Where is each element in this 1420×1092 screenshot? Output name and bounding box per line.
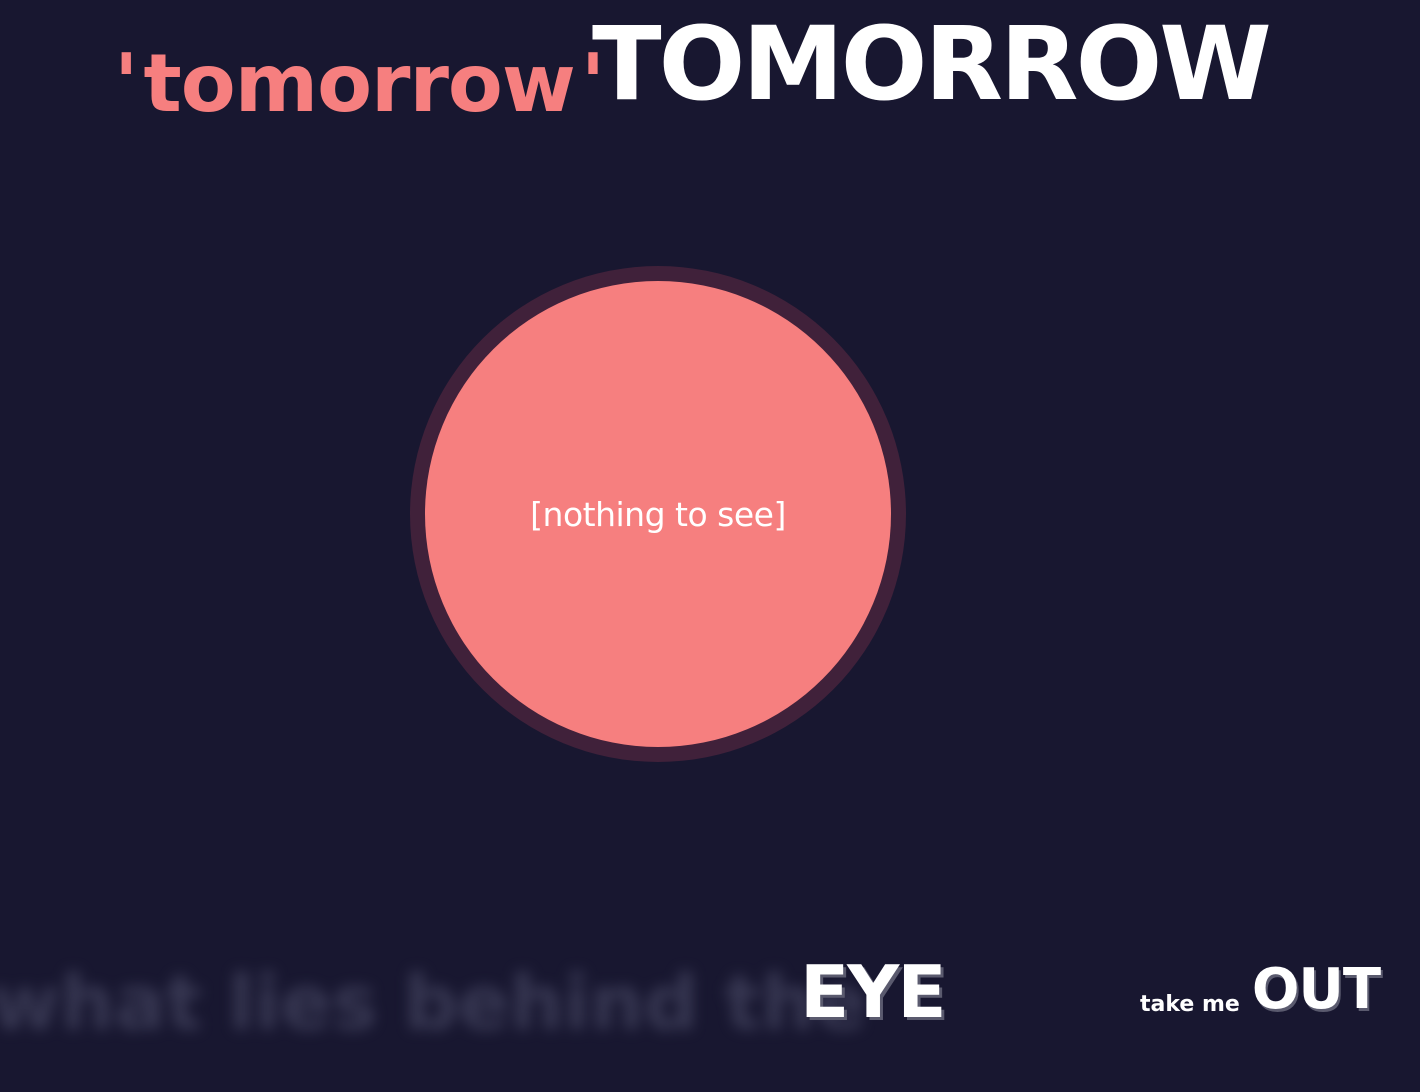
quoted-heading: 'tomorrow' [108, 44, 610, 124]
open-quote: ' [114, 37, 138, 130]
page-title: TOMORROW [592, 5, 1272, 124]
center-orb[interactable]: [nothing to see] [425, 281, 891, 747]
exit-link[interactable]: take me OUT [1140, 957, 1381, 1022]
orb-caption: [nothing to see] [530, 494, 786, 534]
exit-link-small-label: take me [1140, 992, 1240, 1017]
quoted-word: tomorrow [143, 37, 576, 130]
exit-link-big-label: OUT [1251, 957, 1381, 1022]
page: 'tomorrow' TOMORROW [nothing to see] wha… [0, 0, 1420, 1092]
eye-word: EYE [800, 950, 947, 1034]
blurred-tagline: what lies behind the [0, 958, 867, 1047]
